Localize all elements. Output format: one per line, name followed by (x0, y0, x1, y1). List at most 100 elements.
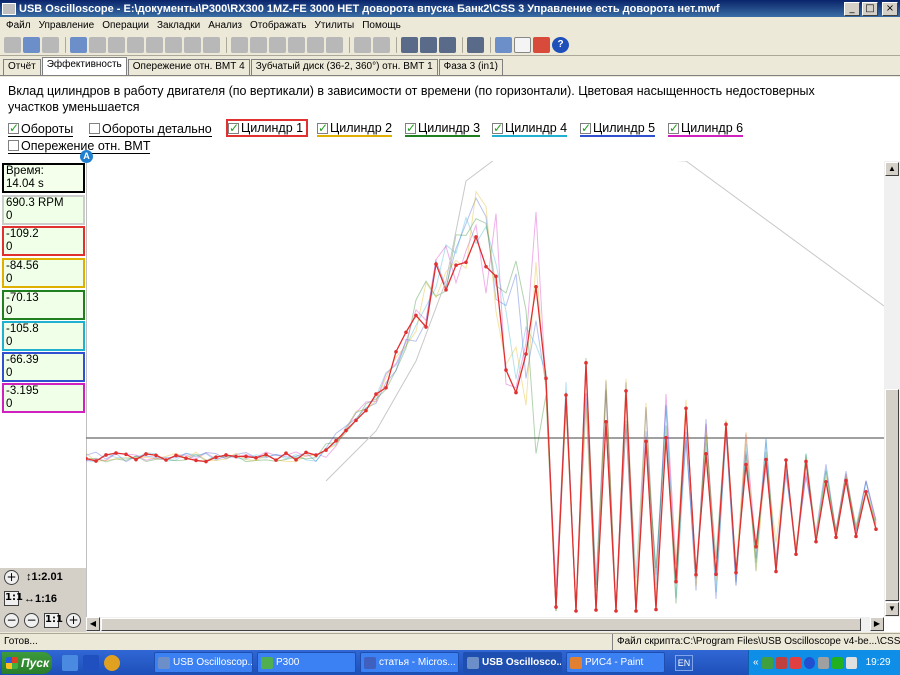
zoom-in-horizontal-button[interactable]: + (66, 613, 81, 628)
task-usb-oscilloscope-1[interactable]: USB Oscilloscop... (154, 652, 253, 673)
one-to-one-button[interactable]: 1:1 (44, 613, 63, 628)
check-advance[interactable]: Опережение отн. ВМТ (8, 138, 151, 154)
menu-control[interactable]: Управление (35, 20, 99, 31)
vertical-scrollbar[interactable]: ▲ ▼ (884, 161, 900, 617)
quicklaunch-desktop-icon[interactable] (62, 654, 78, 671)
zoom-out-button[interactable]: − (24, 613, 39, 628)
menu-utilities[interactable]: Утилиты (311, 20, 359, 31)
horizontal-scrollbar[interactable]: ◀ ▶ (86, 617, 884, 632)
filter-icon[interactable] (250, 36, 267, 53)
paste-icon[interactable] (89, 36, 106, 53)
checkbox-box[interactable]: ✓ (668, 122, 679, 134)
task-p300[interactable]: P300 (257, 652, 356, 673)
menu-analysis[interactable]: Анализ (204, 20, 246, 31)
clear-icon[interactable] (533, 36, 550, 53)
tray-expand-icon[interactable]: « (753, 657, 759, 668)
check-down-icon[interactable] (307, 36, 324, 53)
export-icon[interactable] (373, 36, 390, 53)
check-cylinder-5[interactable]: ✓ Цилиндр 5 (580, 121, 656, 137)
quicklaunch-chrome-icon[interactable] (104, 654, 120, 671)
record-icon[interactable] (231, 36, 248, 53)
check-icon[interactable] (269, 36, 286, 53)
efficiency-chart[interactable] (79, 149, 885, 617)
menu-file[interactable]: Файл (2, 20, 35, 31)
task-usb-oscilloscope-2[interactable]: USB Oscillosco... (463, 652, 562, 673)
page-icon[interactable] (514, 36, 531, 53)
reset-zoom-button[interactable]: 1:1 (4, 591, 23, 606)
checkbox-box[interactable] (8, 140, 19, 151)
monitor-icon[interactable] (495, 36, 512, 53)
scroll-up-icon[interactable]: ▲ (885, 162, 899, 176)
menu-operations[interactable]: Операции (98, 20, 153, 31)
tab-phase[interactable]: Фаза 3 (in1) (438, 59, 503, 75)
minimize-button[interactable]: _ (844, 1, 860, 16)
status-text: Готов... (4, 636, 38, 647)
channel-icon[interactable] (420, 36, 437, 53)
tray-green-icon[interactable] (831, 656, 843, 669)
wave-icon[interactable] (184, 36, 201, 53)
stop-icon[interactable] (326, 36, 343, 53)
print-icon[interactable] (42, 36, 59, 53)
task-word[interactable]: статья - Micros... (360, 652, 459, 673)
close-button[interactable]: × (882, 1, 898, 16)
tab-report[interactable]: Отчёт (3, 59, 41, 75)
check-cylinder-4[interactable]: ✓ Цилиндр 4 (492, 121, 568, 137)
tray-tools-icon[interactable] (817, 656, 829, 669)
tray-antivirus-icon[interactable] (775, 656, 787, 669)
checkbox-box[interactable]: ✓ (8, 122, 19, 134)
trace-point (204, 459, 208, 464)
horizontal-scroll-thumb[interactable] (101, 618, 861, 631)
undo-icon[interactable] (203, 36, 220, 53)
task-label: USB Oscilloscop... (173, 657, 253, 668)
checkbox-box[interactable]: ✓ (317, 122, 328, 134)
checkbox-box[interactable] (89, 123, 100, 134)
scope-icon[interactable] (467, 36, 484, 53)
check-cylinder-1[interactable]: ✓ Цилиндр 1 (226, 119, 309, 137)
maximize-button[interactable]: □ (862, 1, 878, 16)
check-cylinder-3[interactable]: ✓ Цилиндр 3 (405, 121, 481, 137)
marker-icon[interactable] (127, 36, 144, 53)
tray-alert-icon[interactable] (789, 656, 801, 669)
sync-icon[interactable] (439, 36, 456, 53)
marker-a-badge[interactable]: A (80, 150, 93, 163)
language-indicator[interactable]: EN (675, 654, 693, 671)
menu-bookmarks[interactable]: Закладки (153, 20, 204, 31)
quicklaunch-save-icon[interactable] (83, 654, 99, 671)
scroll-right-icon[interactable]: ▶ (870, 617, 884, 631)
save-icon[interactable] (23, 36, 40, 53)
tab-gear-disk[interactable]: Зубчатый диск (36-2, 360°) отн. ВМТ 1 (250, 59, 438, 75)
checkbox-box[interactable]: ✓ (492, 122, 503, 134)
task-paint[interactable]: РИС4 - Paint (566, 652, 665, 673)
open-icon[interactable] (4, 36, 21, 53)
vertical-scroll-thumb[interactable] (885, 389, 899, 601)
tab-efficiency[interactable]: Эффективность (41, 57, 127, 75)
zoom-in-vertical-button[interactable]: + (4, 570, 19, 585)
check-all-icon[interactable] (288, 36, 305, 53)
check-rpm[interactable]: ✓ Обороты (8, 121, 74, 137)
help-icon[interactable]: ? (552, 36, 569, 53)
tray-volume-icon[interactable] (845, 656, 857, 669)
script-icon[interactable] (401, 36, 418, 53)
copy-icon[interactable] (70, 36, 87, 53)
checkbox-box[interactable]: ✓ (580, 122, 591, 134)
tab-advance[interactable]: Опережение отн. ВМТ 4 (127, 59, 250, 75)
start-button[interactable]: Пуск (2, 651, 52, 674)
zoom-out-horizontal-button[interactable]: − (4, 613, 19, 628)
menu-help[interactable]: Помощь (358, 20, 405, 31)
tray-network-icon[interactable] (761, 656, 773, 669)
checkbox-box[interactable]: ✓ (405, 122, 416, 134)
checkbox-box[interactable]: ✓ (228, 122, 239, 134)
check-cylinder-6[interactable]: ✓ Цилиндр 6 (668, 121, 744, 137)
check-cylinder-2[interactable]: ✓ Цилиндр 2 (317, 121, 393, 137)
scroll-down-icon[interactable]: ▼ (885, 602, 899, 616)
trace-point (634, 609, 638, 613)
measure-icon[interactable] (165, 36, 182, 53)
cursor-icon[interactable] (146, 36, 163, 53)
grid-icon[interactable] (354, 36, 371, 53)
scroll-left-icon[interactable]: ◀ (86, 617, 100, 631)
chart-canvas[interactable] (79, 149, 885, 617)
tray-bluetooth-icon[interactable] (803, 656, 815, 669)
menu-view[interactable]: Отображать (246, 20, 310, 31)
check-rpm-detail[interactable]: Обороты детально (89, 121, 212, 137)
cut-icon[interactable] (108, 36, 125, 53)
